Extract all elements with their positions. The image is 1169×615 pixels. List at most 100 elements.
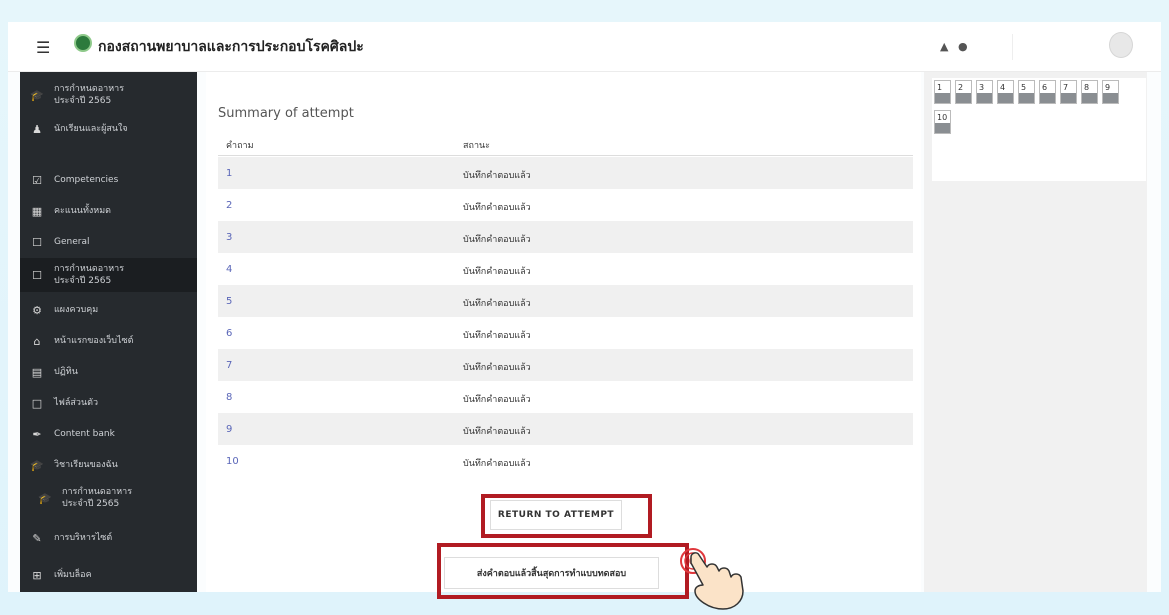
question-link[interactable]: 1 [226,168,232,179]
status-text: บันทึกคำตอบแล้ว [463,203,531,213]
question-link[interactable]: 7 [226,360,232,371]
site-logo[interactable] [74,34,92,52]
sidebar-item-my-courses[interactable]: 🎓 วิชาเรียนของฉัน [20,450,197,480]
status-text: บันทึกคำตอบแล้ว [463,459,531,469]
sidebar-item-home[interactable]: ⌂ หน้าแรกของเว็บไซต์ [20,326,197,356]
plus-square-icon: ⊞ [32,568,42,582]
sidebar-item-competencies[interactable]: ☑ Competencies [20,165,197,195]
wrench-icon: ✎ [32,531,42,545]
table-header: คำถาม สถานะ [218,130,913,156]
sidebar-item-site-admin[interactable]: ✎ การบริหารไซต์ [20,523,197,553]
answered-bar [935,93,950,103]
question-number: 5 [1021,83,1027,92]
graduation-cap-icon: 🎓 [38,491,52,505]
sidebar-item-dashboard[interactable]: ⚙ แผงควบคุม [20,295,197,325]
question-number: 1 [937,83,943,92]
quiz-nav-button[interactable]: 8 [1081,80,1098,104]
hamburger-icon[interactable]: ☰ [36,38,50,57]
graduation-cap-icon: 🎓 [30,88,44,102]
bell-icon[interactable]: ▲ [940,40,948,53]
sidebar-item-calendar[interactable]: ▤ ปฏิทิน [20,357,197,387]
sidebar-item-label: วิชาเรียนของฉัน [54,460,118,470]
sidebar-item-private-files[interactable]: □ ไฟล์ส่วนตัว [20,388,197,418]
answered-bar [1019,93,1034,103]
sidebar-item-my-course[interactable]: 🎓 การกำหนดอาหาร ประจำปี 2565 [20,481,197,515]
question-link[interactable]: 10 [226,456,239,467]
question-number: 3 [979,83,985,92]
page-heading-cutoff [218,82,518,92]
answered-bar [977,93,992,103]
right-block-region: 1 2 3 4 5 6 7 8 9 10 [924,72,1147,592]
table-row: 7 บันทึกคำตอบแล้ว [218,349,913,381]
answered-bar [998,93,1013,103]
table-row: 8 บันทึกคำตอบแล้ว [218,381,913,413]
table-row: 6 บันทึกคำตอบแล้ว [218,317,913,349]
question-link[interactable]: 2 [226,200,232,211]
status-text: บันทึกคำตอบแล้ว [463,331,531,341]
quiz-nav-button[interactable]: 10 [934,110,951,134]
sidebar-item-content-bank[interactable]: ✒ Content bank [20,419,197,449]
sidebar-item-label: General [54,237,90,247]
quiz-nav-button[interactable]: 6 [1039,80,1056,104]
sidebar-item-general[interactable]: ☐ General [20,227,197,257]
summary-title: Summary of attempt [218,106,354,121]
paint-brush-icon: ✒ [32,427,42,441]
quiz-nav-button[interactable]: 3 [976,80,993,104]
sidebar-item-participants[interactable]: ♟ นักเรียนและผู้สนใจ [20,114,197,144]
question-number: 4 [1000,83,1006,92]
table-icon: ▦ [31,204,43,218]
question-number: 9 [1105,83,1111,92]
sidebar-item-label: การบริหารไซต์ [54,533,113,543]
highlight-box-submit [437,543,689,599]
sidebar-item-course[interactable]: 🎓 การกำหนดอาหาร ประจำปี 2565 [20,78,197,112]
calendar-icon: ▤ [31,365,43,379]
quiz-nav-button[interactable]: 4 [997,80,1014,104]
answered-bar [935,123,950,133]
answered-bar [956,93,971,103]
question-link[interactable]: 9 [226,424,232,435]
quiz-nav-button[interactable]: 1 [934,80,951,104]
folder-icon: ☐ [32,268,42,282]
user-avatar-icon[interactable] [1109,32,1133,58]
table-row: 5 บันทึกคำตอบแล้ว [218,285,913,317]
question-link[interactable]: 5 [226,296,232,307]
status-text: บันทึกคำตอบแล้ว [463,171,531,181]
sidebar-item-label: แผงควบคุม [54,305,99,315]
answered-bar [1103,93,1118,103]
sidebar-item-label: ไฟล์ส่วนตัว [54,398,99,408]
sidebar-item-label: คะแนนทั้งหมด [54,206,111,216]
question-link[interactable]: 4 [226,264,232,275]
sidebar-item-label: Content bank [54,429,115,439]
answered-bar [1082,93,1097,103]
sidebar-item-add-block[interactable]: ⊞ เพิ่มบล็อค [20,560,197,590]
table-row: 3 บันทึกคำตอบแล้ว [218,221,913,253]
column-header-status: สถานะ [463,141,490,151]
question-number: 7 [1063,83,1069,92]
question-link[interactable]: 3 [226,232,232,243]
dashboard-icon: ⚙ [32,303,42,317]
table-row: 4 บันทึกคำตอบแล้ว [218,253,913,285]
status-text: บันทึกคำตอบแล้ว [463,395,531,405]
status-text: บันทึกคำตอบแล้ว [463,267,531,277]
column-header-question: คำถาม [226,141,254,151]
quiz-navigation: 1 2 3 4 5 6 7 8 9 10 [932,78,1146,181]
sidebar-item-grades[interactable]: ▦ คะแนนทั้งหมด [20,196,197,226]
sidebar: 🎓 การกำหนดอาหาร ประจำปี 2565 ♟ นักเรียนแ… [20,72,197,592]
table-row: 2 บันทึกคำตอบแล้ว [218,189,913,221]
table-row: 9 บันทึกคำตอบแล้ว [218,413,913,445]
pointer-hand-icon [680,548,744,610]
quiz-nav-button[interactable]: 7 [1060,80,1077,104]
sidebar-item-label: เพิ่มบล็อค [54,570,92,580]
highlight-box-return [481,494,652,538]
site-title[interactable]: กองสถานพยาบาลและการประกอบโรคศิลปะ [98,36,364,58]
sidebar-item-section[interactable]: ☐ การกำหนดอาหาร ประจำปี 2565 [20,258,197,292]
quiz-nav-button[interactable]: 9 [1102,80,1119,104]
table-row: 1 บันทึกคำตอบแล้ว [218,157,913,189]
quiz-nav-button[interactable]: 2 [955,80,972,104]
question-link[interactable]: 6 [226,328,232,339]
user-menu[interactable] [1012,34,1102,60]
quiz-nav-button[interactable]: 5 [1018,80,1035,104]
chat-icon[interactable]: ● [958,40,968,53]
question-link[interactable]: 8 [226,392,232,403]
folder-icon: ☐ [32,235,42,249]
